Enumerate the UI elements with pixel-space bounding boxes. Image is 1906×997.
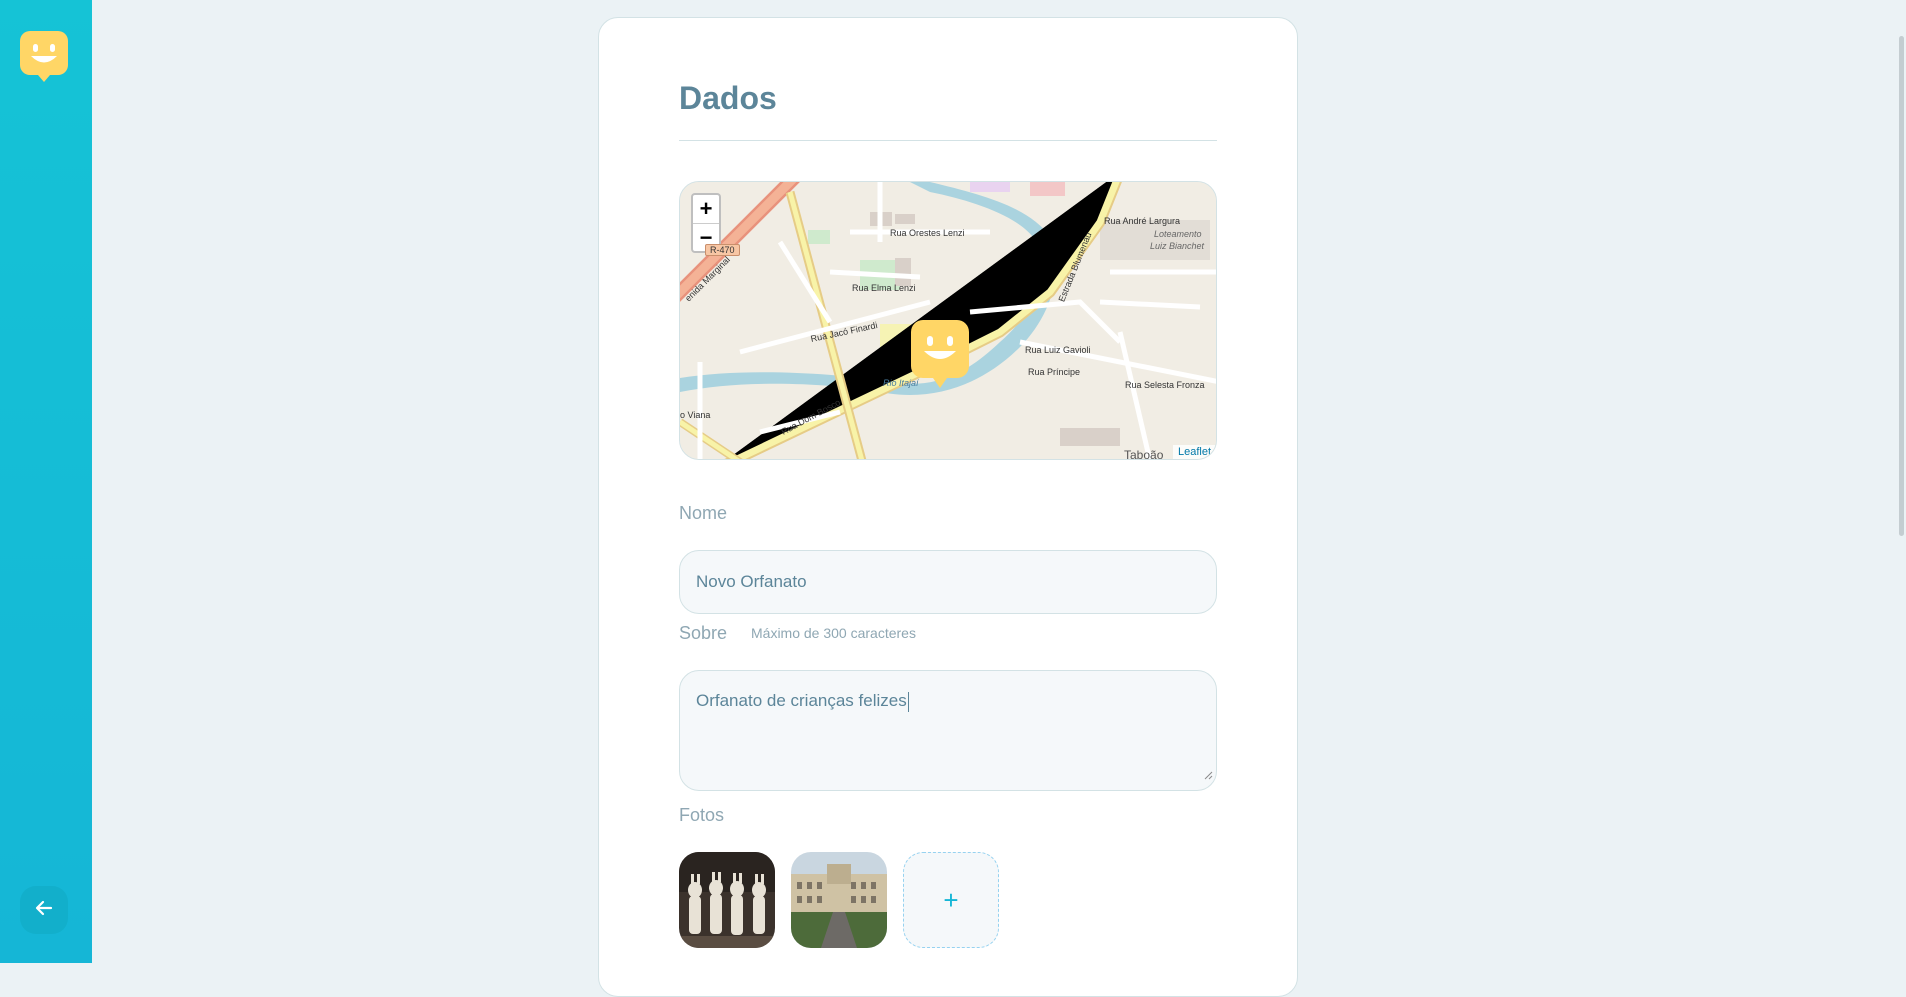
name-input[interactable]: Novo Orfanato <box>679 550 1217 614</box>
back-button[interactable] <box>20 886 68 934</box>
photo-thumbnail[interactable] <box>679 852 775 948</box>
resize-grip-icon[interactable] <box>1203 763 1213 787</box>
map-label: o Viana <box>680 410 711 420</box>
arrow-left-icon <box>34 898 54 923</box>
map-label: Rua André Largura <box>1104 216 1181 226</box>
add-photo-button[interactable]: + <box>903 852 999 948</box>
page-scrollbar[interactable] <box>1896 0 1906 963</box>
map-label: Rua Luiz Gavioli <box>1025 345 1091 355</box>
about-text: Orfanato de crianças felizes <box>696 691 907 710</box>
happy-face-icon[interactable] <box>20 31 68 82</box>
map-label: Rua Elma Lenzi <box>852 283 916 293</box>
map-label: Taboão <box>1124 448 1164 460</box>
map-marker-icon[interactable] <box>911 320 969 393</box>
map-label: Luiz Bianchet <box>1150 241 1205 251</box>
zoom-in-button[interactable]: + <box>693 195 719 224</box>
location-map[interactable]: + − R-470 Rua Orestes Lenzi Rua Elma Len… <box>679 181 1217 460</box>
text-caret <box>907 691 909 712</box>
section-divider <box>679 140 1217 141</box>
name-label: Nome <box>679 503 728 523</box>
photo-thumbnail[interactable] <box>791 852 887 948</box>
map-label: Rua Selesta Fronza <box>1125 380 1205 390</box>
photos-list: + <box>679 852 999 948</box>
about-hint: Máximo de 300 caracteres <box>751 625 916 641</box>
create-orphanage-form: Dados + − R-470 Rua Orestes Lenzi Rua El… <box>598 17 1298 997</box>
photos-label: Fotos <box>679 805 725 825</box>
map-label: Loteamento <box>1154 229 1202 239</box>
map-label: Rua Orestes Lenzi <box>890 228 965 238</box>
leaflet-attribution-link[interactable]: Leaflet <box>1172 445 1216 459</box>
about-textarea[interactable]: Orfanato de crianças felizes <box>679 670 1217 791</box>
road-badge: R-470 <box>705 244 740 256</box>
sidebar <box>0 0 92 963</box>
scrollbar-thumb[interactable] <box>1899 36 1904 536</box>
about-label: Sobre <box>679 623 728 643</box>
form-section-title: Dados <box>679 80 777 116</box>
map-label: Rua Príncipe <box>1028 367 1081 377</box>
